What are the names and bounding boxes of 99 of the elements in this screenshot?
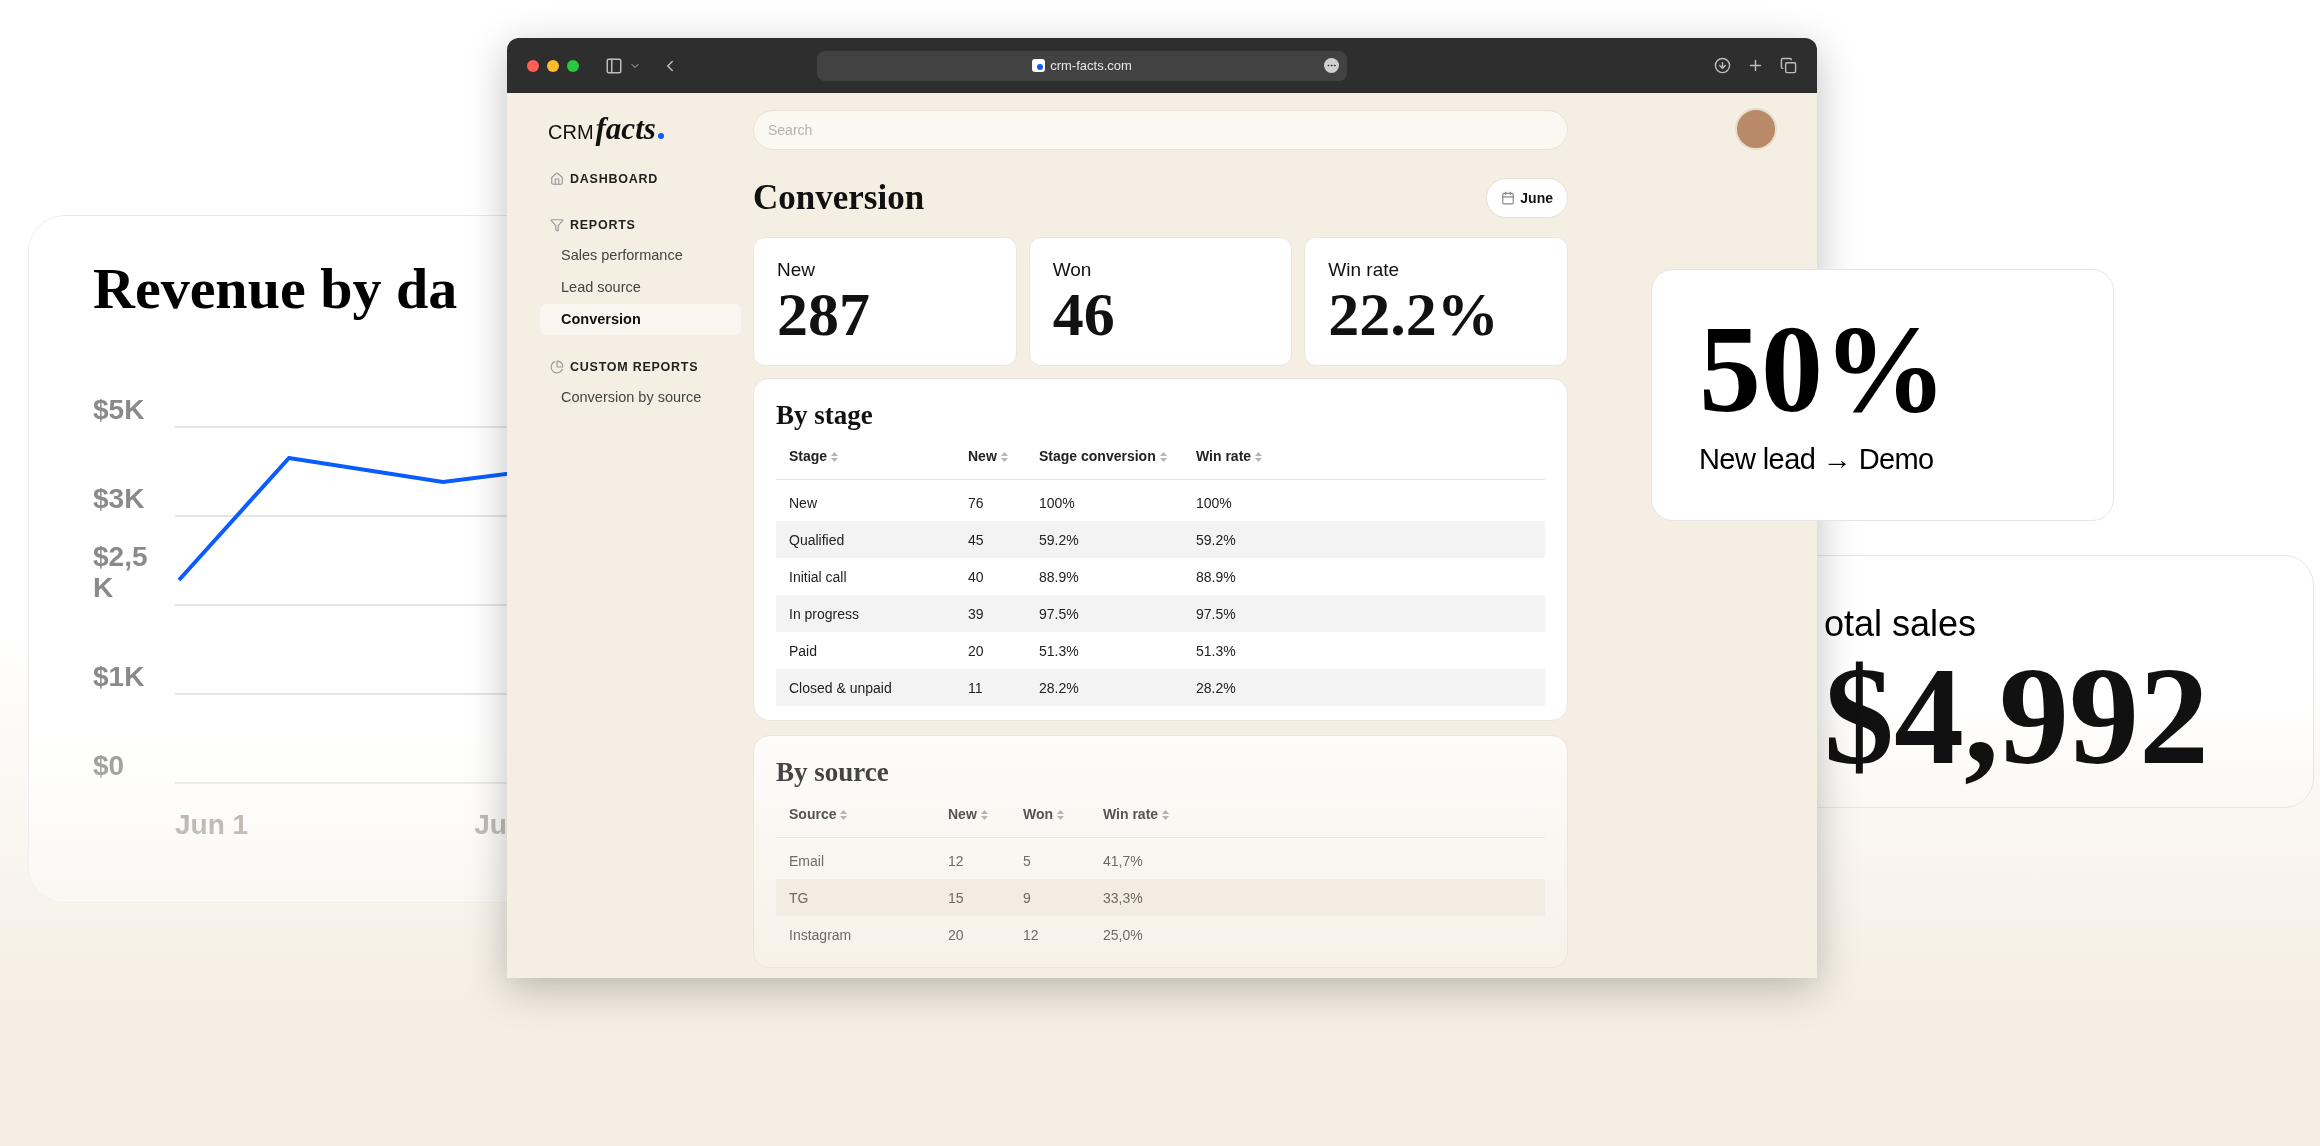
metric-label: New lead → Demo	[1699, 442, 1935, 477]
new-tab-icon[interactable]	[1747, 57, 1764, 74]
minimize-window-icon[interactable]	[547, 59, 559, 72]
axis-label: Ju	[474, 808, 507, 842]
table-cell: Closed & unpaid	[789, 679, 892, 696]
table-cell: 59.2%	[1039, 531, 1079, 548]
nav-section[interactable]: DASHBOARD	[540, 165, 658, 193]
favicon-icon	[1032, 59, 1046, 72]
nav-icon	[550, 360, 564, 374]
sort-icon	[840, 809, 848, 820]
sort-icon	[831, 451, 839, 462]
table-cell: Qualified	[789, 531, 845, 548]
table-cell: 28.2%	[1039, 679, 1079, 696]
date-button[interactable]: June	[1486, 178, 1568, 219]
table-cell: 28.2%	[1196, 679, 1236, 696]
metric-value: 50%	[1699, 308, 1948, 432]
table-cell: 5	[1023, 852, 1031, 869]
address-bar[interactable]: crm-facts.com	[817, 50, 1347, 81]
column-header[interactable]: New	[968, 446, 1008, 468]
card-title: By stage	[776, 398, 874, 432]
table-cell: TG	[789, 889, 809, 906]
nav-section[interactable]: REPORTS	[540, 211, 636, 239]
logo[interactable]: CRMfacts	[540, 113, 741, 153]
table-cell: 76	[968, 494, 984, 511]
stat-label: Won	[1052, 257, 1093, 282]
download-icon[interactable]	[1714, 57, 1731, 74]
column-header[interactable]: New	[948, 804, 988, 825]
table-cell: Paid	[789, 642, 818, 659]
sort-icon	[1255, 451, 1263, 462]
tabs-overview-icon[interactable]	[1780, 57, 1797, 74]
calendar-icon	[1501, 191, 1516, 206]
axis-label: $1K	[93, 662, 146, 693]
nav-item[interactable]: Conversion	[540, 304, 741, 335]
nav-section[interactable]: CUSTOM REPORTS	[540, 353, 699, 381]
table-cell: 100%	[1039, 494, 1075, 511]
search-field[interactable]: Search	[753, 110, 1568, 150]
table-cell: 88.9%	[1196, 568, 1236, 585]
table-cell: Instagram	[789, 926, 852, 943]
column-header[interactable]: Stage	[789, 446, 839, 468]
card-title: By source	[776, 756, 890, 790]
sidebar-toggle-icon[interactable]	[605, 56, 623, 75]
avatar[interactable]	[1735, 108, 1777, 150]
table-cell: Email	[789, 852, 824, 869]
column-header[interactable]: Won	[1023, 804, 1065, 825]
table-cell: 25,0%	[1103, 926, 1143, 943]
table-cell: 97.5%	[1196, 605, 1236, 622]
stat-value: 46	[1052, 283, 1116, 346]
nav-icon	[550, 172, 564, 186]
table-cell: In progress	[789, 605, 860, 622]
stat-label: New	[777, 257, 816, 282]
table-cell: 45	[968, 531, 984, 548]
metric-value: $4,992	[1824, 646, 2210, 786]
axis-label: $5K	[93, 395, 146, 426]
stat-value: 287	[777, 283, 871, 346]
table-cell: 100%	[1196, 494, 1232, 511]
close-window-icon[interactable]	[527, 59, 539, 72]
nav-item[interactable]: Sales performance	[540, 240, 741, 271]
table-cell: 51.3%	[1039, 642, 1079, 659]
sort-icon	[1162, 809, 1170, 820]
table-cell: 59.2%	[1196, 531, 1236, 548]
chart-title: Revenue by da	[93, 260, 458, 318]
more-icon[interactable]	[1324, 58, 1339, 73]
sort-icon	[1159, 451, 1167, 462]
axis-label: $2,5K	[93, 542, 149, 604]
axis-label: $0	[93, 751, 126, 782]
metric-label: otal sales	[1824, 606, 1978, 642]
table-cell: 9	[1023, 889, 1031, 906]
table-cell: 33,3%	[1103, 889, 1143, 906]
column-header[interactable]: Source	[789, 804, 848, 825]
nav-item[interactable]: Lead source	[540, 272, 741, 303]
page-title: Conversion	[753, 177, 925, 219]
column-header[interactable]: Win rate	[1196, 446, 1263, 468]
sort-icon	[1000, 451, 1008, 462]
table-cell: 51.3%	[1196, 642, 1236, 659]
nav-item[interactable]: Conversion by source	[540, 382, 741, 413]
table-cell: New	[789, 494, 817, 511]
table-cell: 12	[1023, 926, 1039, 943]
table-cell: Initial call	[789, 568, 847, 585]
axis-label: Jun 1	[175, 808, 249, 842]
sort-icon	[980, 809, 988, 820]
table-cell: 20	[968, 642, 984, 659]
stat-label: Win rate	[1328, 257, 1401, 282]
table-cell: 97.5%	[1039, 605, 1079, 622]
table-cell: 40	[968, 568, 984, 585]
table-cell: 15	[948, 889, 964, 906]
table-cell: 11	[968, 679, 983, 696]
table-cell: 41,7%	[1103, 852, 1143, 869]
column-header[interactable]: Win rate	[1103, 804, 1170, 825]
table-cell: 88.9%	[1039, 568, 1079, 585]
nav-icon	[550, 218, 564, 232]
sort-icon	[1057, 809, 1065, 820]
table-cell: 39	[968, 605, 984, 622]
stat-value: 22.2%	[1328, 283, 1500, 346]
table-cell: 12	[948, 852, 964, 869]
axis-label: $3K	[93, 484, 146, 515]
table-cell: 20	[948, 926, 964, 943]
column-header[interactable]: Stage conversion	[1039, 446, 1167, 468]
maximize-window-icon[interactable]	[567, 59, 579, 72]
url-text: crm-facts.com	[1050, 56, 1132, 75]
